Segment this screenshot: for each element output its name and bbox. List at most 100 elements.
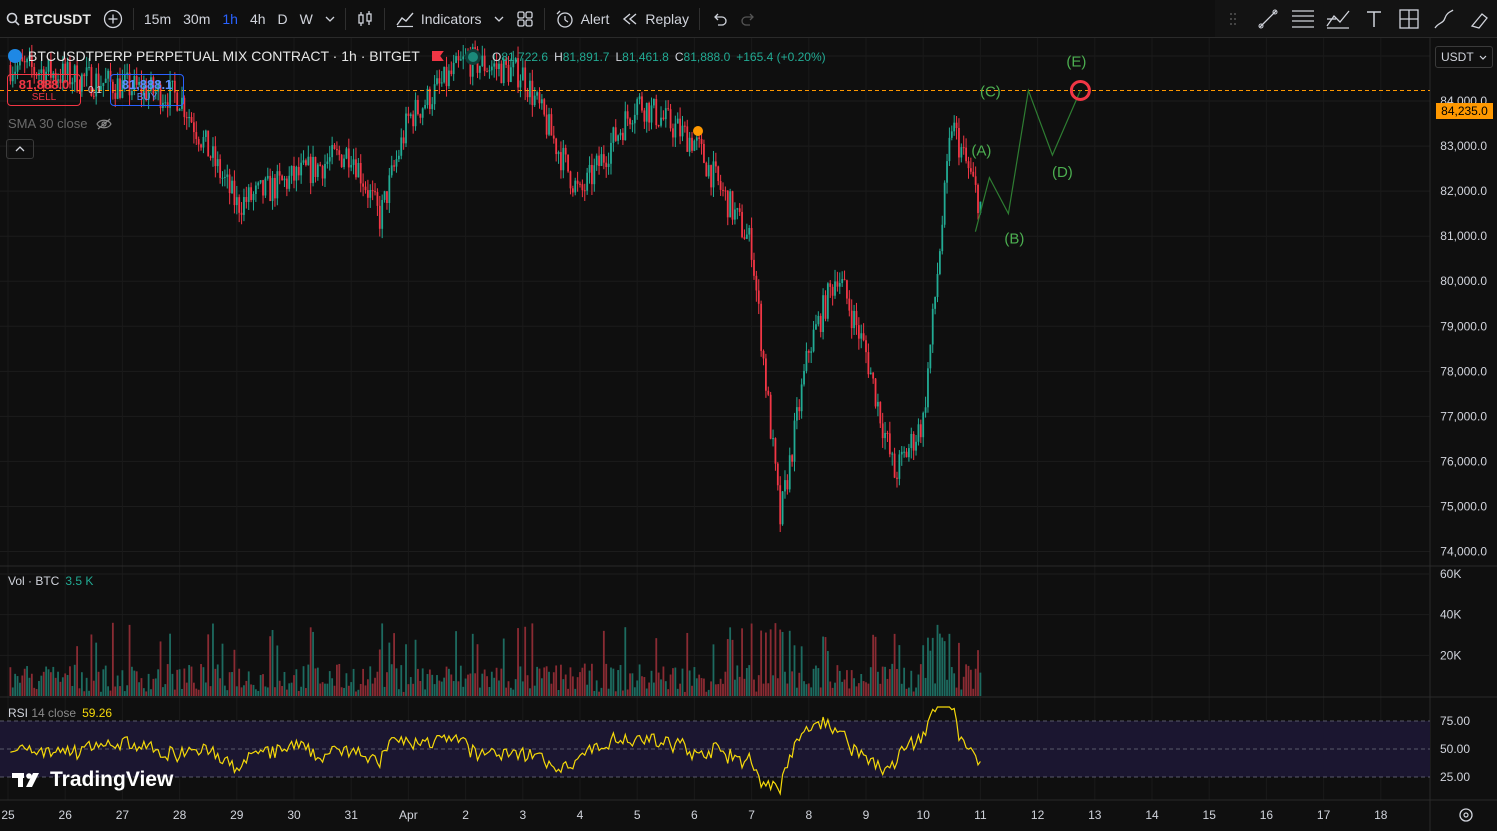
volume-bar: [42, 671, 45, 696]
price-chart[interactable]: 85,000.084,000.083,000.082,000.081,000.0…: [0, 0, 1497, 831]
volume-bar: [340, 687, 343, 696]
candle-body: [545, 114, 548, 135]
volume-bar: [500, 668, 503, 696]
candle-body: [433, 84, 436, 105]
volume-bar: [810, 687, 813, 696]
candle-body: [855, 310, 858, 326]
order-quantity[interactable]: 0.1: [88, 85, 102, 96]
interval-w[interactable]: W: [294, 0, 319, 37]
volume-bar: [507, 681, 510, 696]
volume-bar: [726, 639, 729, 696]
date-tick-label: Apr: [399, 808, 418, 822]
candle-body: [314, 156, 317, 178]
candle-body: [378, 205, 381, 229]
volume-bar: [126, 685, 129, 696]
text-tool-icon[interactable]: [1361, 6, 1387, 32]
interval-d[interactable]: D: [272, 0, 294, 37]
candle-body: [395, 159, 398, 167]
collapse-legend-button[interactable]: [6, 139, 34, 159]
volume-bar: [521, 681, 524, 696]
candle-body: [741, 211, 743, 238]
candle-body: [579, 183, 581, 185]
volume-bar: [216, 664, 219, 696]
volume-bar: [729, 627, 732, 696]
drag-handle-icon[interactable]: [1220, 6, 1246, 32]
undo-button[interactable]: [704, 0, 734, 37]
volume-bar: [309, 627, 312, 696]
candle-body: [366, 190, 369, 198]
fib-retracement-icon[interactable]: [1290, 6, 1316, 32]
candle-body: [645, 102, 648, 122]
candle-body: [867, 352, 870, 375]
volume-bar: [331, 678, 334, 696]
volume-bar: [142, 688, 145, 696]
volume-bar: [152, 678, 155, 696]
redo-button[interactable]: [734, 0, 764, 37]
candle-body: [900, 451, 903, 455]
indicators-dropdown[interactable]: [488, 0, 510, 37]
volume-bar: [526, 675, 529, 696]
interval-1h[interactable]: 1h: [216, 0, 244, 37]
chevron-up-icon: [15, 146, 25, 152]
volume-bar: [579, 672, 581, 696]
candle-body: [562, 147, 565, 171]
date-tick-label: 10: [917, 808, 931, 822]
undo-icon: [714, 13, 727, 26]
symbol-search[interactable]: BTCUSDT: [0, 0, 97, 37]
tradingview-logo[interactable]: TradingView: [12, 768, 173, 792]
candle-body: [750, 227, 753, 260]
candle-body: [943, 182, 946, 225]
replay-button[interactable]: Replay: [615, 0, 695, 37]
chart-type-button[interactable]: [350, 0, 380, 37]
flag-icon[interactable]: [431, 51, 444, 61]
candle-body: [540, 99, 543, 104]
eye-off-icon[interactable]: [95, 118, 112, 130]
status-dot-icon: [468, 52, 478, 62]
interval-30m[interactable]: 30m: [177, 0, 216, 37]
volume-bar: [469, 673, 472, 696]
pattern-icon[interactable]: [1325, 6, 1351, 32]
rsi-tick-label: 25.00: [1440, 770, 1470, 784]
volume-bar: [195, 688, 198, 696]
volume-bar: [252, 684, 255, 696]
volume-bar: [11, 687, 14, 696]
volume-bar: [605, 663, 608, 696]
volume-bar: [271, 630, 274, 696]
trend-line-icon[interactable]: [1255, 6, 1281, 32]
volume-bar: [240, 687, 243, 696]
interval-4h[interactable]: 4h: [244, 0, 272, 37]
candle-body: [688, 137, 691, 152]
volume-bar: [495, 667, 498, 696]
interval-15m[interactable]: 15m: [138, 0, 177, 37]
candle-body: [362, 183, 365, 187]
sma-legend[interactable]: SMA 30 close: [8, 116, 112, 131]
date-tick-label: 3: [519, 808, 526, 822]
alert-button[interactable]: Alert: [549, 0, 616, 37]
currency-select[interactable]: USDT: [1435, 46, 1493, 68]
volume-bar: [452, 681, 455, 696]
volume-bar: [386, 672, 388, 696]
candle-body: [397, 155, 400, 160]
volume-bar: [276, 645, 279, 696]
brush-icon[interactable]: [1431, 6, 1457, 32]
layouts-button[interactable]: [510, 0, 540, 37]
volume-bar: [965, 664, 967, 696]
measure-icon[interactable]: [1396, 6, 1422, 32]
volume-bar: [52, 666, 55, 696]
volume-bar: [958, 642, 960, 696]
indicators-button[interactable]: Indicators: [389, 0, 488, 37]
buy-button[interactable]: 81,888.1 BUY: [110, 74, 184, 106]
candle-body: [500, 63, 503, 84]
compare-button[interactable]: [97, 0, 129, 37]
volume-bar: [328, 671, 331, 696]
volume-bar: [405, 644, 407, 696]
volume-bar: [848, 688, 851, 696]
candle-body: [495, 63, 498, 70]
interval-dropdown[interactable]: [319, 0, 341, 37]
candle-body: [638, 96, 641, 100]
candle-body: [917, 424, 920, 442]
candle-body: [259, 180, 262, 183]
exchange-logo-icon: [8, 49, 22, 63]
sell-button[interactable]: 81,888.0 SELL: [7, 74, 81, 106]
eraser-icon[interactable]: [1466, 6, 1492, 32]
